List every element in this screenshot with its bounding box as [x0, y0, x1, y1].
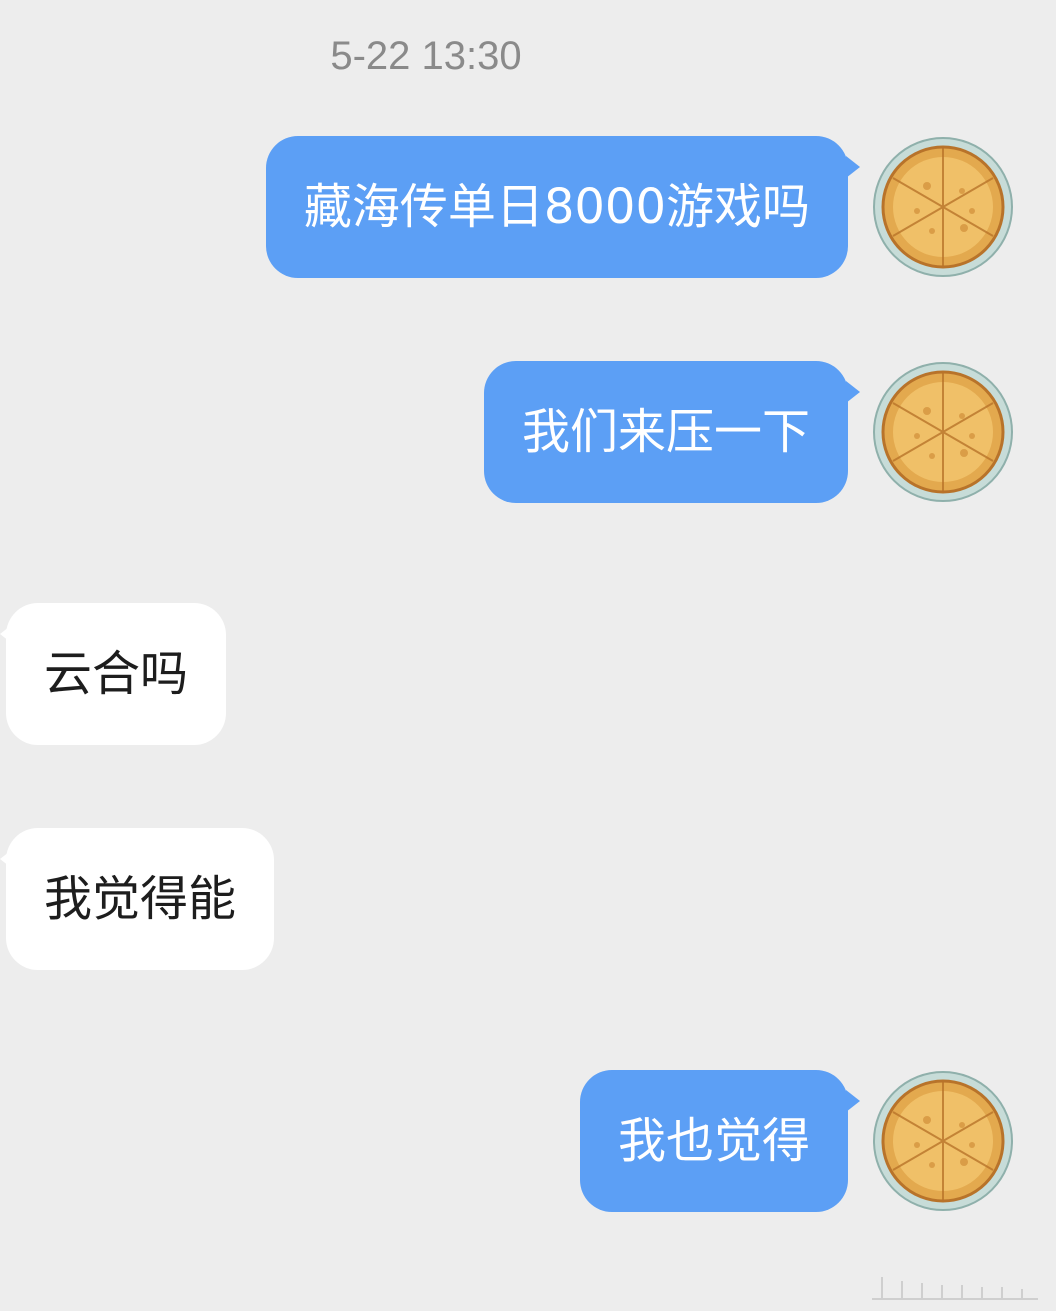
- outgoing-message-bubble[interactable]: 我也觉得: [579, 1070, 848, 1212]
- bubble-tail: [846, 156, 860, 178]
- bubble-tail: [846, 381, 860, 403]
- outgoing-message-bubble[interactable]: 藏海传单日8000游戏吗: [265, 136, 848, 278]
- message-row: 我们来压一下: [0, 361, 1056, 503]
- message-row: 云合吗: [0, 603, 1056, 745]
- chat-timestamp: 5-22 13:30: [330, 34, 522, 78]
- message-row: 我觉得能: [0, 828, 1056, 970]
- pizza-avatar-icon[interactable]: [872, 361, 1014, 503]
- pizza-avatar-icon[interactable]: [872, 1070, 1014, 1212]
- incoming-message-bubble[interactable]: 我觉得能: [6, 828, 275, 970]
- incoming-message-bubble[interactable]: 云合吗: [6, 603, 227, 745]
- pizza-avatar-icon[interactable]: [872, 136, 1014, 278]
- bubble-tail: [846, 1090, 860, 1112]
- scroll-indicator: [872, 1277, 1038, 1300]
- outgoing-message-bubble[interactable]: 我们来压一下: [483, 361, 848, 503]
- message-row: 藏海传单日8000游戏吗: [0, 136, 1056, 278]
- message-row: 我也觉得: [0, 1070, 1056, 1212]
